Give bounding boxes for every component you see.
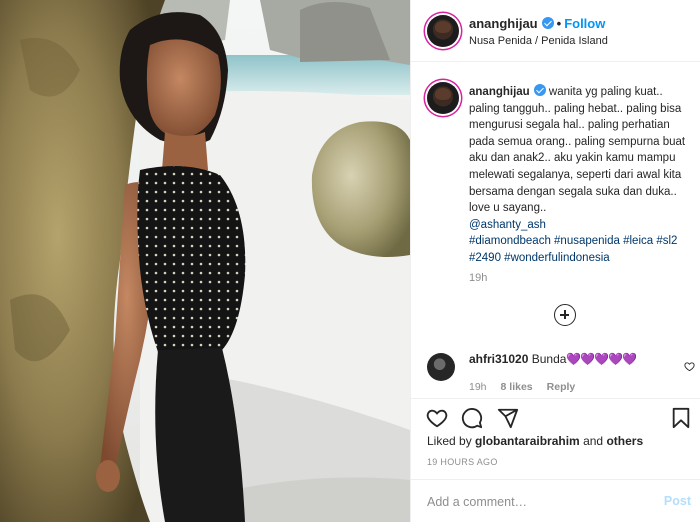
comment-input[interactable]: [427, 492, 647, 512]
caption-block: ananghijau wanita yg paling kuat.. palin…: [411, 62, 700, 342]
caption-time: 19h: [469, 272, 488, 284]
comment-text: ahfri31020 Bunda💜💜💜💜💜: [469, 352, 637, 366]
comment-emoji: 💜💜💜💜💜: [566, 352, 637, 366]
verified-badge-icon: [533, 84, 546, 96]
comment-likes[interactable]: 8 likes: [501, 381, 533, 393]
commenter-avatar[interactable]: [427, 353, 455, 381]
comment-icon[interactable]: [461, 407, 483, 429]
caption-mention[interactable]: @ashanty_ash: [469, 219, 546, 231]
bookmark-icon[interactable]: [671, 407, 691, 429]
add-comment-bar: Post: [411, 479, 700, 522]
liked-by-user[interactable]: globantaraibrahim: [475, 434, 580, 448]
follow-button[interactable]: Follow: [564, 16, 605, 31]
post-comment-button[interactable]: Post: [664, 494, 691, 508]
separator-dot: •: [556, 16, 562, 31]
photo-illustration: [0, 0, 410, 522]
comment-heart-icon[interactable]: [684, 361, 695, 372]
post-header: ananghijau • Follow Nusa Penida / Penida I…: [411, 0, 700, 62]
comment-body: Bunda: [531, 352, 567, 366]
author-username[interactable]: ananghijau: [469, 16, 538, 31]
liked-by-others[interactable]: others: [606, 434, 643, 448]
comment-time: 19h: [469, 381, 487, 393]
liked-by-line: Liked by globantaraibrahim and others: [427, 434, 643, 448]
caption-body: wanita yg paling kuat.. paling tangguh..…: [469, 86, 686, 215]
comment-reply-button[interactable]: Reply: [547, 381, 576, 393]
post-actions: Liked by globantaraibrahim and others 19…: [411, 398, 700, 522]
caption-avatar[interactable]: [427, 82, 459, 114]
heart-icon[interactable]: [426, 407, 448, 429]
comment-meta: 19h 8 likes Reply: [469, 381, 589, 393]
caption-text: ananghijau wanita yg paling kuat.. palin…: [469, 84, 687, 267]
load-more-comments-plus-circle-icon[interactable]: [554, 304, 576, 326]
post-photo: [0, 0, 410, 522]
post-timestamp: 19 HOURS AGO: [427, 457, 498, 467]
location-link[interactable]: Nusa Penida / Penida Island: [469, 35, 608, 47]
verified-badge-icon: [541, 17, 554, 29]
liked-by-and: and: [583, 434, 604, 448]
share-icon[interactable]: [497, 407, 519, 429]
commenter-username[interactable]: ahfri31020: [469, 352, 528, 366]
author-avatar[interactable]: [427, 15, 459, 47]
post-side-panel: ananghijau • Follow Nusa Penida / Penida I…: [410, 0, 700, 522]
author-line: ananghijau • Follow: [469, 16, 605, 31]
caption-hashtags[interactable]: #diamondbeach #nusapenida #leica #sl2 #2…: [469, 235, 677, 264]
comment-item: ahfri31020 Bunda💜💜💜💜💜 19h 8 likes Reply: [411, 348, 700, 398]
liked-by-prefix: Liked by: [427, 434, 472, 448]
caption-username[interactable]: ananghijau: [469, 86, 530, 98]
